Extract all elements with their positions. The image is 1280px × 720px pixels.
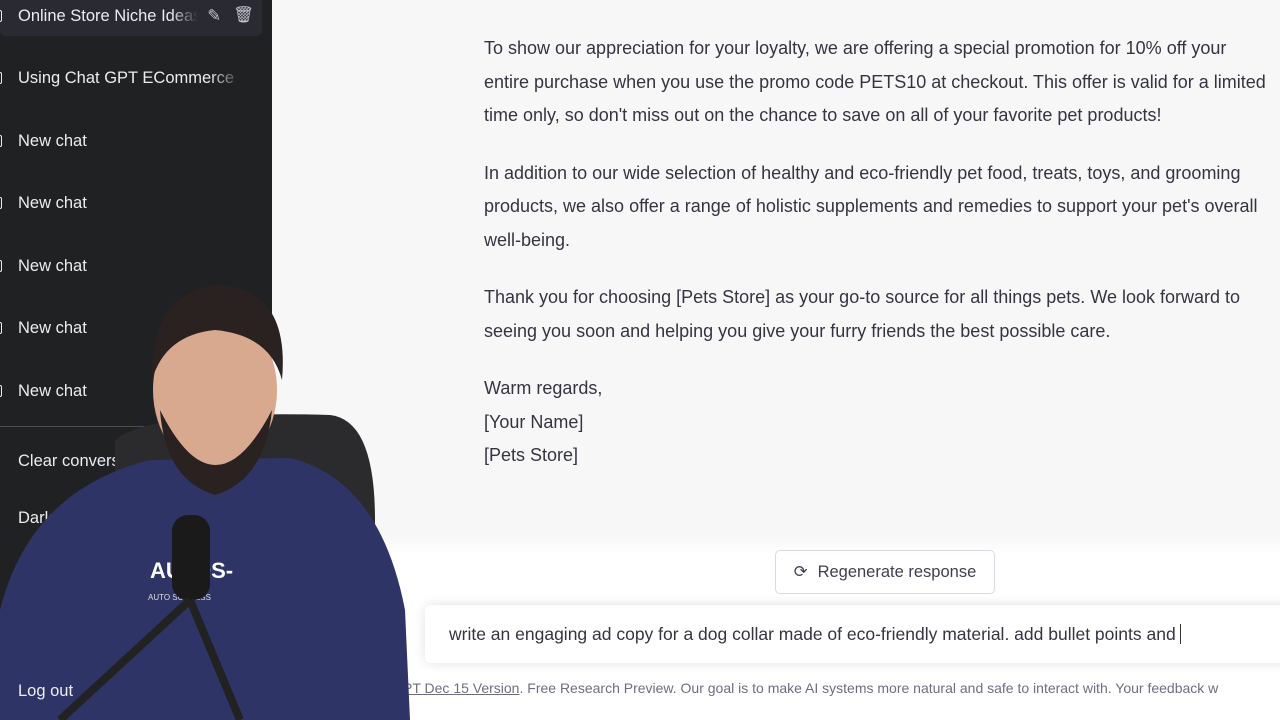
chat-item[interactable]: Using Chat GPT ECommerce (0, 58, 262, 98)
signoff-line: [Pets Store] (484, 445, 579, 465)
message-paragraph: In addition to our wide selection of hea… (484, 162, 1258, 250)
microphone (172, 515, 210, 600)
chat-icon (0, 260, 2, 272)
refresh-icon: ⟳ (793, 563, 808, 581)
chat-icon (0, 135, 2, 147)
webcam-overlay: AU -DS- AUTO SUCCESS (0, 285, 410, 720)
prompt-input[interactable]: write an engaging ad copy for a dog coll… (425, 605, 1280, 663)
log-out-button[interactable]: Log out (0, 671, 73, 711)
assistant-message: To show our appreciation for your loyalt… (484, 32, 1274, 473)
chat-item[interactable]: New chat (0, 183, 262, 223)
chat-item-online-store[interactable]: Online Store Niche Ideas ✎ 🗑 (0, 0, 262, 36)
regenerate-response-button[interactable]: ⟳ Regenerate response (775, 550, 995, 594)
text-cursor (1179, 624, 1181, 644)
signoff-line: [Your Name] (484, 411, 584, 432)
chat-icon (0, 197, 2, 209)
trash-icon[interactable]: 🗑 (233, 6, 254, 26)
edit-icon[interactable]: ✎ (207, 6, 221, 26)
footer-disclaimer: PT Dec 15 Version. Free Research Preview… (403, 680, 1219, 696)
version-link[interactable]: PT Dec 15 Version (403, 680, 519, 696)
chat-item[interactable]: New chat (0, 121, 262, 161)
chat-icon (0, 72, 2, 84)
message-paragraph: To show our appreciation for your loyalt… (484, 38, 1266, 125)
chat-icon (0, 10, 2, 22)
message-paragraph: Thank you for choosing [Pets Store] as y… (484, 287, 1241, 341)
signoff-line: Warm regards, (484, 378, 603, 398)
